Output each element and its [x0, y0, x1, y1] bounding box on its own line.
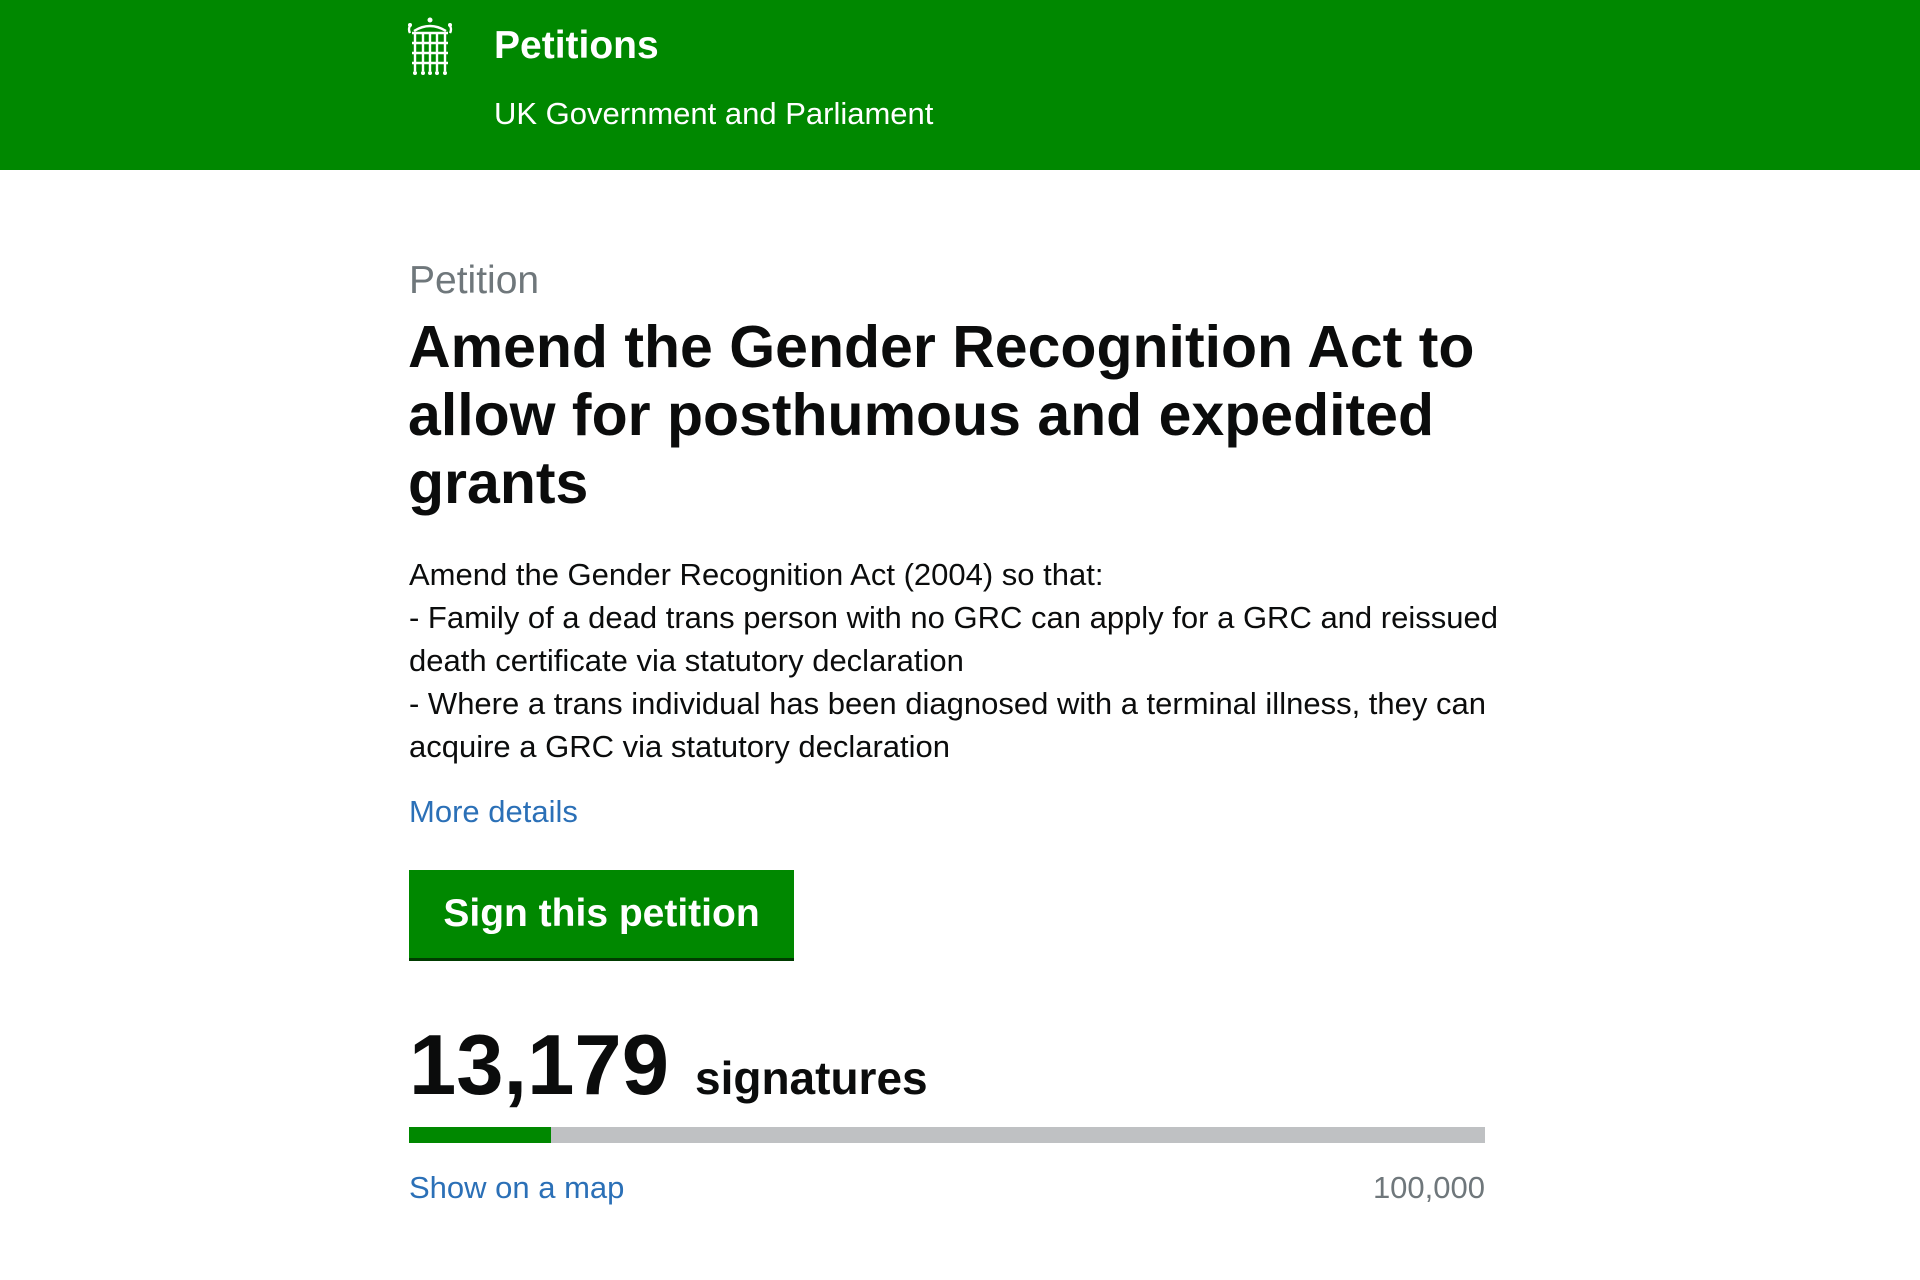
show-on-map-link[interactable]: Show on a map: [409, 1170, 624, 1206]
signature-progress-fill: [409, 1127, 551, 1143]
petition-body-line: Amend the Gender Recognition Act (2004) …: [409, 557, 1104, 592]
petition-body-line: - Where a trans individual has been diag…: [409, 686, 1486, 764]
site-title-link[interactable]: Petitions: [494, 24, 659, 68]
sign-petition-button[interactable]: Sign this petition: [409, 870, 794, 958]
more-details-link[interactable]: More details: [409, 794, 578, 830]
petition-kicker: Petition: [409, 259, 540, 302]
signature-progress-bar: [409, 1127, 1485, 1143]
portcullis-icon[interactable]: [406, 17, 454, 75]
signature-count-number: 13,179: [409, 1018, 669, 1113]
site-header: Petitions UK Government and Parliament: [0, 0, 1920, 170]
signature-count: 13,179 signatures: [409, 1022, 928, 1110]
petition-body: Amend the Gender Recognition Act (2004) …: [409, 553, 1509, 768]
site-subtitle: UK Government and Parliament: [494, 96, 934, 131]
signature-count-label: signatures: [694, 1052, 928, 1104]
petition-body-line: - Family of a dead trans person with no …: [409, 600, 1498, 678]
signature-target: 100,000: [1372, 1170, 1485, 1205]
petition-title: Amend the Gender Recognition Act to allo…: [408, 314, 1475, 516]
